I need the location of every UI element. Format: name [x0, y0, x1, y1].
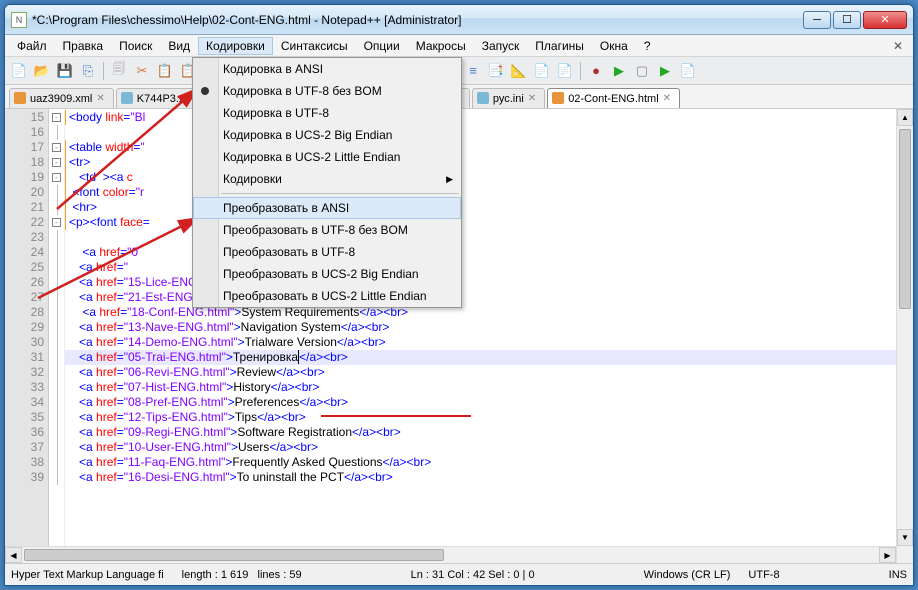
code-line-31[interactable]: <a href="05-Trai-ENG.html">Тренировка</a… [65, 350, 913, 365]
vertical-scrollbar[interactable]: ▲ ▼ [896, 109, 913, 563]
menu-вид[interactable]: Вид [160, 37, 198, 55]
titlebar[interactable]: N *C:\Program Files\chessimo\Help\02-Con… [5, 5, 913, 35]
fold-toggle[interactable]: - [52, 173, 61, 182]
menu-опции[interactable]: Опции [356, 37, 408, 55]
status-language: Hyper Text Markup Language fi [11, 569, 164, 581]
fold-toggle[interactable]: - [52, 158, 61, 167]
toolbar-button-18[interactable]: ≡ [463, 61, 483, 81]
toolbar-button-5[interactable]: ✂ [132, 61, 152, 81]
toolbar-button-21[interactable]: 📄 [532, 61, 552, 81]
menu-синтаксисы[interactable]: Синтаксисы [273, 37, 356, 55]
tab-02-Cont-ENG.html[interactable]: 02-Cont-ENG.html✕ [547, 88, 680, 108]
tab-close-icon[interactable]: ✕ [663, 93, 671, 104]
toolbar-button-4[interactable]: 🗐 [109, 61, 129, 81]
code-line-29[interactable]: <a href="13-Nave-ENG.html">Navigation Sy… [65, 320, 913, 335]
code-line-39[interactable]: <a href="16-Desi-ENG.html">To uninstall … [65, 470, 913, 485]
toolbar-button-26[interactable]: ▶ [655, 61, 675, 81]
status-position: Ln : 31 Col : 42 Sel : 0 | 0 [411, 569, 535, 581]
scroll-thumb-v[interactable] [899, 129, 911, 309]
encoding-menu-dropdown: Кодировка в ANSIКодировка в UTF-8 без BO… [192, 57, 462, 308]
menu-item-кодировка-в-ansi[interactable]: Кодировка в ANSI [193, 58, 461, 80]
menu-item-преобразовать-в-ucs-2-big-endian[interactable]: Преобразовать в UCS-2 Big Endian [193, 263, 461, 285]
code-line-32[interactable]: <a href="06-Revi-ENG.html">Review</a><br… [65, 365, 913, 380]
code-line-36[interactable]: <a href="09-Regi-ENG.html">Software Regi… [65, 425, 913, 440]
statusbar: Hyper Text Markup Language fi length : 1… [5, 563, 913, 585]
toolbar-button-1[interactable]: 📂 [32, 61, 52, 81]
fold-toggle[interactable]: - [52, 143, 61, 152]
menu-файл[interactable]: Файл [9, 37, 55, 55]
menu-кодировки[interactable]: Кодировки [198, 37, 273, 55]
menu-плагины[interactable]: Плагины [527, 37, 592, 55]
window-title: *C:\Program Files\chessimo\Help\02-Cont-… [32, 13, 803, 27]
fold-gutter[interactable]: - - - - - [49, 109, 65, 563]
menu-запуск[interactable]: Запуск [474, 37, 528, 55]
scroll-down-button[interactable]: ▼ [897, 529, 913, 546]
toolbar-button-0[interactable]: 📄 [9, 61, 29, 81]
toolbar-button-20[interactable]: 📐 [509, 61, 529, 81]
tab-рус.ini[interactable]: рус.ini✕ [472, 88, 545, 108]
app-window: N *C:\Program Files\chessimo\Help\02-Con… [4, 4, 914, 586]
menubar: ФайлПравкаПоискВидКодировкиСинтаксисыОпц… [5, 35, 913, 57]
scroll-thumb-h[interactable] [24, 549, 444, 561]
code-line-37[interactable]: <a href="10-User-ENG.html">Users</a><br> [65, 440, 913, 455]
menu-item-кодировка-в-ucs-2-little-endian[interactable]: Кодировка в UCS-2 Little Endian [193, 146, 461, 168]
maximize-button[interactable]: ☐ [833, 11, 861, 29]
menu-окна[interactable]: Окна [592, 37, 636, 55]
toolbar-button-19[interactable]: 📑 [486, 61, 506, 81]
fold-toggle[interactable]: - [52, 113, 61, 122]
line-number-gutter[interactable]: 1516171819202122232425262728293031323334… [5, 109, 49, 563]
menu-item-преобразовать-в-utf-8-без-bom[interactable]: Преобразовать в UTF-8 без BOM [193, 219, 461, 241]
toolbar-button-25[interactable]: ▢ [632, 61, 652, 81]
menu-item-преобразовать-в-ansi[interactable]: Преобразовать в ANSI [193, 197, 461, 219]
tab-uaz3909.xml[interactable]: uaz3909.xml✕ [9, 88, 114, 108]
toolbar-button-6[interactable]: 📋 [155, 61, 175, 81]
code-line-35[interactable]: <a href="12-Tips-ENG.html">Tips</a><br> [65, 410, 913, 425]
scroll-up-button[interactable]: ▲ [897, 109, 913, 126]
menu-item-кодировки[interactable]: Кодировки▶ [193, 168, 461, 190]
horizontal-scrollbar[interactable]: ◀ ▶ [5, 546, 896, 563]
code-line-33[interactable]: <a href="07-Hist-ENG.html">History</a><b… [65, 380, 913, 395]
menubar-close-icon[interactable]: ✕ [887, 39, 909, 53]
scroll-right-button[interactable]: ▶ [879, 547, 896, 563]
app-icon: N [11, 12, 27, 28]
fold-toggle[interactable]: - [52, 218, 61, 227]
status-encoding: UTF-8 [748, 569, 779, 581]
status-length: length : 1 619 lines : 59 [182, 569, 302, 581]
scroll-left-button[interactable]: ◀ [5, 547, 22, 563]
menu-?[interactable]: ? [636, 37, 659, 55]
menu-separator [221, 193, 459, 194]
status-eol: Windows (CR LF) [644, 569, 731, 581]
menu-правка[interactable]: Правка [55, 37, 112, 55]
close-button[interactable]: ✕ [863, 11, 907, 29]
code-line-34[interactable]: <a href="08-Pref-ENG.html">Preferences</… [65, 395, 913, 410]
toolbar-button-3[interactable]: ⎘ [78, 61, 98, 81]
minimize-button[interactable]: ─ [803, 11, 831, 29]
menu-item-кодировка-в-ucs-2-big-endian[interactable]: Кодировка в UCS-2 Big Endian [193, 124, 461, 146]
toolbar-button-27[interactable]: 📄 [678, 61, 698, 81]
toolbar-button-23[interactable]: ● [586, 61, 606, 81]
menu-item-преобразовать-в-ucs-2-little-endian[interactable]: Преобразовать в UCS-2 Little Endian [193, 285, 461, 307]
toolbar-button-24[interactable]: ▶ [609, 61, 629, 81]
tab-close-icon[interactable]: ✕ [528, 93, 536, 104]
menu-item-кодировка-в-utf-8-без-bom[interactable]: Кодировка в UTF-8 без BOM [193, 80, 461, 102]
status-insert-mode: INS [889, 569, 907, 581]
menu-item-кодировка-в-utf-8[interactable]: Кодировка в UTF-8 [193, 102, 461, 124]
menu-макросы[interactable]: Макросы [408, 37, 474, 55]
code-line-30[interactable]: <a href="14-Demo-ENG.html">Trialware Ver… [65, 335, 913, 350]
code-line-38[interactable]: <a href="11-Faq-ENG.html">Frequently Ask… [65, 455, 913, 470]
toolbar-button-22[interactable]: 📄 [555, 61, 575, 81]
tab-close-icon[interactable]: ✕ [96, 93, 104, 104]
menu-item-преобразовать-в-utf-8[interactable]: Преобразовать в UTF-8 [193, 241, 461, 263]
menu-поиск[interactable]: Поиск [111, 37, 160, 55]
toolbar-button-2[interactable]: 💾 [55, 61, 75, 81]
